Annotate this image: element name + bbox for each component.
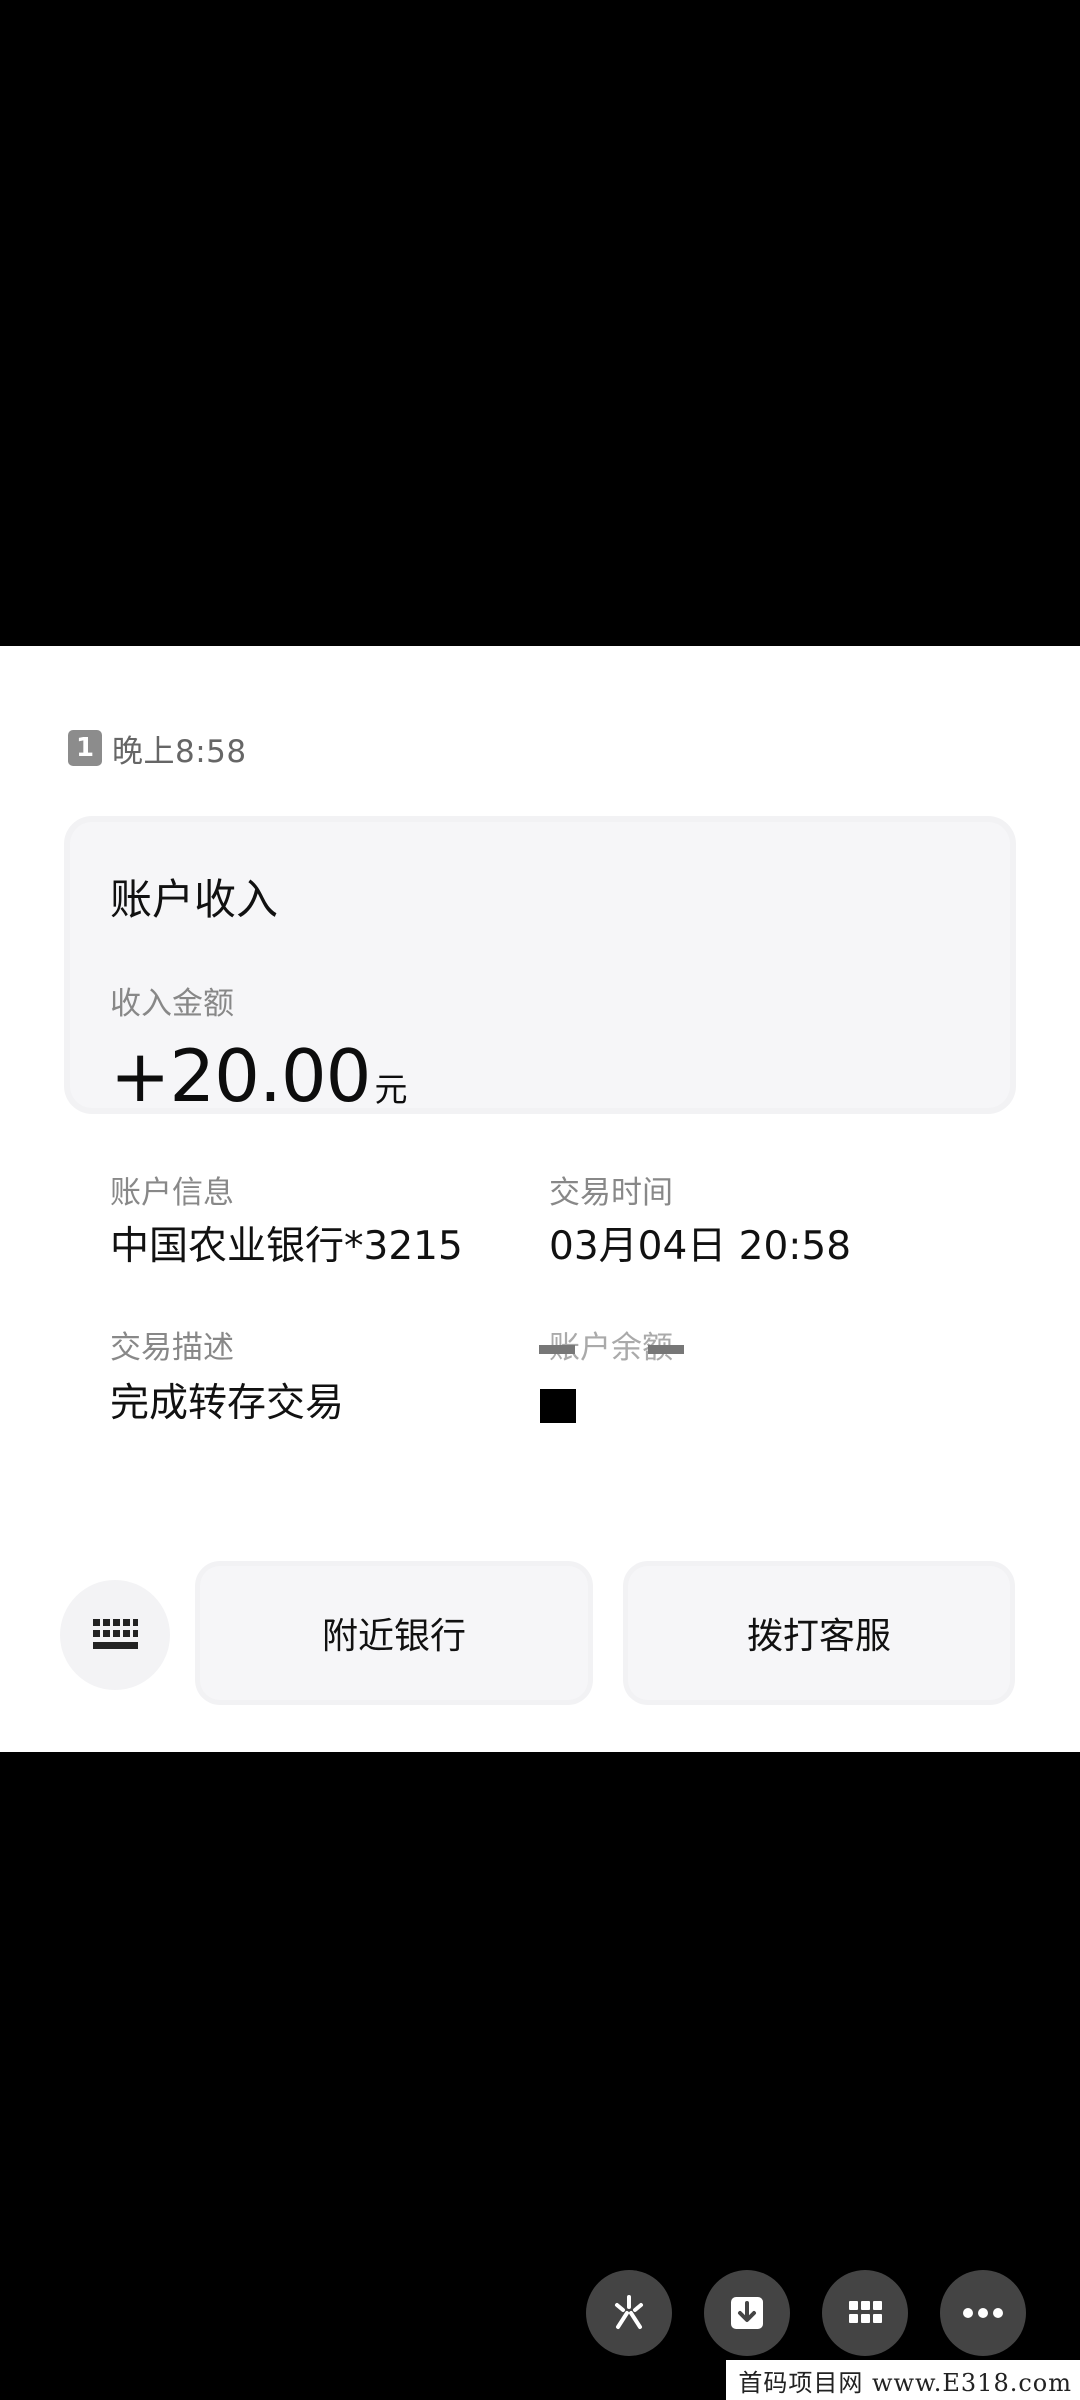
time-label: 交易时间 <box>549 1175 673 1211</box>
download-icon <box>731 2297 763 2329</box>
balance-redaction-block <box>540 1389 576 1423</box>
apps-button[interactable] <box>822 2270 908 2356</box>
download-button[interactable] <box>704 2270 790 2356</box>
keyboard-icon <box>93 1619 138 1649</box>
amount: +20.00 元 <box>110 1034 407 1118</box>
transaction-card[interactable]: 账户收入 收入金额 +20.00 元 账户信息 中国农业银行*3215 交易时间… <box>70 822 1010 1426</box>
message-panel: 1 晚上8:58 账户收入 收入金额 +20.00 元 账户信息 中国农业银行*… <box>0 646 1080 1752</box>
nearby-bank-button[interactable]: 附近银行 <box>200 1566 588 1700</box>
desc-value: 完成转存交易 <box>110 1381 345 1426</box>
card-title: 账户收入 <box>110 875 279 924</box>
balance-redaction-bar <box>539 1345 575 1354</box>
apps-grid-icon <box>849 2301 882 2323</box>
amount-value: +20.00 <box>110 1034 371 1118</box>
message-time: 晚上8:58 <box>112 733 247 770</box>
balance-redaction-bar <box>648 1345 684 1354</box>
more-icon <box>963 2308 1003 2318</box>
watermark: 首码项目网 www.E318.com <box>726 2360 1080 2400</box>
desc-label: 交易描述 <box>110 1330 234 1366</box>
message-header: 1 晚上8:58 <box>68 726 247 770</box>
call-service-button[interactable]: 拨打客服 <box>628 1566 1010 1700</box>
account-value: 中国农业银行*3215 <box>110 1224 463 1269</box>
more-button[interactable] <box>940 2270 1026 2356</box>
sparkle-icon <box>615 2295 643 2329</box>
amount-unit: 元 <box>374 1070 408 1109</box>
account-label: 账户信息 <box>110 1175 234 1211</box>
amount-label: 收入金额 <box>110 986 234 1022</box>
time-value: 03月04日 20:58 <box>549 1224 852 1269</box>
keyboard-button[interactable] <box>60 1580 170 1690</box>
sim-badge: 1 <box>68 730 102 766</box>
sparkle-button[interactable] <box>586 2270 672 2356</box>
